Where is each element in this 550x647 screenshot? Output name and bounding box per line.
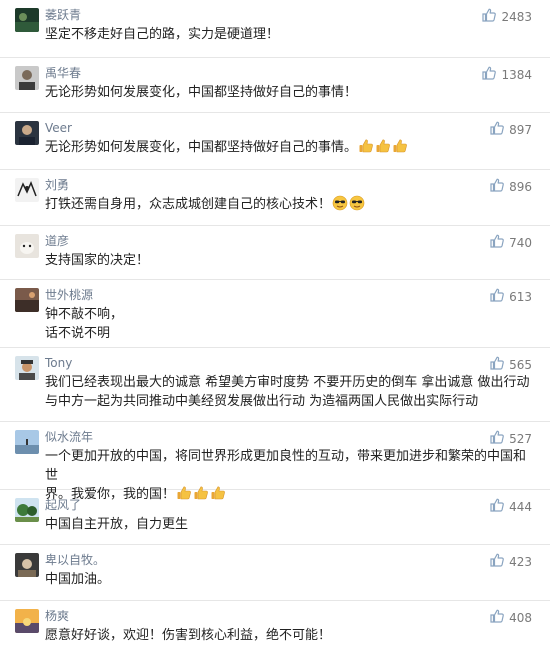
comment-username[interactable]: Tony [45,355,72,371]
comment-text-content: 支持国家的决定！ [45,253,150,268]
comment-text: 中国自主开放，自力更生 [45,515,532,534]
like-button[interactable]: 1384 [481,65,532,85]
comment-list: 萎跃青坚定不移走好自己的路，实力是硬道理！ 2483 禹华春无论形势如何发展变化，中… [0,0,550,647]
like-count: 1384 [501,68,532,82]
like-count: 613 [509,290,532,304]
comment-username[interactable]: 道彦 [45,233,69,249]
comment-item: 似水流年 一个更加开放的中国，将同世界形成更加良性的互动，带来更加进步和繁荣的中国… [0,422,550,502]
comment-username[interactable]: 起风了 [45,497,81,513]
thumbs-up-icon [489,177,505,197]
thumbs-up-icon [489,233,505,253]
like-count: 444 [509,500,532,514]
avatar[interactable] [15,430,39,454]
comment-username[interactable]: 世外桃源 [45,287,93,303]
like-button[interactable]: 408 [489,608,532,628]
thumbs-up-icon [489,429,505,449]
like-button[interactable]: 613 [489,287,532,307]
like-count: 565 [509,358,532,372]
like-button[interactable]: 565 [489,355,532,375]
like-button[interactable]: 423 [489,552,532,572]
avatar[interactable] [15,121,39,145]
comment-username[interactable]: 杨爽 [45,608,69,624]
comment-item: Tony 我们已经表现出最大的诚意 希望美方审时度势 不要开历史的倒车 拿出诚意 … [0,348,550,422]
like-count: 896 [509,180,532,194]
like-button[interactable]: 527 [489,429,532,449]
comment-text-content: 我们已经表现出最大的诚意 希望美方审时度势 不要开历史的倒车 拿出诚意 做出行动… [45,375,530,409]
comment-text: 我们已经表现出最大的诚意 希望美方审时度势 不要开历史的倒车 拿出诚意 做出行动… [45,373,532,411]
comment-text-content: 坚定不移走好自己的路，实力是硬道理！ [45,27,280,42]
comment-username[interactable]: 刘勇 [45,177,69,193]
comment-item: 禹华春无论形势如何发展变化，中国都坚持做好自己的事情！ 1384 [0,58,550,113]
comment-text-content: 中国自主开放，自力更生 [45,517,189,532]
sunglasses-face-emoji-icon [331,195,348,212]
avatar[interactable] [15,178,39,202]
comment-username[interactable]: 禹华春 [45,65,81,81]
comment-text: 无论形势如何发展变化，中国都坚持做好自己的事情。 [45,138,532,157]
thumbs-up-icon [481,65,497,85]
comment-text: 无论形势如何发展变化，中国都坚持做好自己的事情！ [45,83,532,102]
thumbs-up-icon [489,608,505,628]
comment-text-content: 无论形势如何发展变化，中国都坚持做好自己的事情！ [45,85,358,100]
like-button[interactable]: 444 [489,497,532,517]
like-button[interactable]: 2483 [481,7,532,27]
comment-username[interactable]: 萎跃青 [45,7,81,23]
thumbs-up-emoji-icon [357,139,374,155]
thumbs-up-icon [489,497,505,517]
comment-text-content: 愿意好好谈，欢迎！伤害到核心利益，绝不可能！ [45,628,332,643]
like-button[interactable]: 896 [489,177,532,197]
comment-item: 刘勇打铁还需自身用，众志成城创建自己的核心技术！ 896 [0,170,550,226]
thumbs-up-emoji-icon [391,139,408,155]
like-button[interactable]: 740 [489,233,532,253]
avatar[interactable] [15,553,39,577]
comment-text: 坚定不移走好自己的路，实力是硬道理！ [45,25,532,44]
comment-text: 钟不敲不响， 话不说不明 [45,305,532,343]
thumbs-up-icon [489,552,505,572]
thumbs-up-icon [489,355,505,375]
comment-text: 支持国家的决定！ [45,251,532,270]
comment-username[interactable]: 似水流年 [45,429,93,445]
avatar[interactable] [15,66,39,90]
comment-text: 中国加油。 [45,570,532,589]
like-count: 740 [509,236,532,250]
comment-item: 萎跃青坚定不移走好自己的路，实力是硬道理！ 2483 [0,0,550,58]
comment-username[interactable]: Veer [45,120,72,136]
avatar[interactable] [15,609,39,633]
comment-item: 道彦支持国家的决定！ 740 [0,226,550,280]
comment-text: 打铁还需自身用，众志成城创建自己的核心技术！ [45,195,532,214]
like-button[interactable]: 897 [489,120,532,140]
avatar[interactable] [15,234,39,258]
comment-item: 世外桃源钟不敲不响， 话不说不明 613 [0,280,550,348]
comment-text: 愿意好好谈，欢迎！伤害到核心利益，绝不可能！ [45,626,532,645]
avatar[interactable] [15,8,39,32]
avatar[interactable] [15,498,39,522]
comment-text-content: 中国加油。 [45,572,111,587]
thumbs-up-icon [489,287,505,307]
comment-item: 起风了中国自主开放，自力更生 444 [0,490,550,545]
comment-text-content: 无论形势如何发展变化，中国都坚持做好自己的事情。 [45,140,358,155]
sunglasses-face-emoji-icon [348,195,365,212]
like-count: 423 [509,555,532,569]
comment-item: 杨爽愿意好好谈，欢迎！伤害到核心利益，绝不可能！ 408 [0,601,550,647]
comment-text-content: 钟不敲不响， 话不说不明 [45,307,124,341]
avatar[interactable] [15,288,39,312]
like-count: 408 [509,611,532,625]
like-count: 527 [509,432,532,446]
thumbs-up-icon [489,120,505,140]
thumbs-up-icon [481,7,497,27]
comment-item: 卑以自牧。中国加油。 423 [0,545,550,601]
comment-username[interactable]: 卑以自牧。 [45,552,105,568]
avatar[interactable] [15,356,39,380]
comment-item: Veer 无论形势如何发展变化，中国都坚持做好自己的事情。 897 [0,113,550,170]
thumbs-up-emoji-icon [374,139,391,155]
like-count: 897 [509,123,532,137]
like-count: 2483 [501,10,532,24]
comment-text-content: 打铁还需自身用，众志成城创建自己的核心技术！ [45,197,332,212]
